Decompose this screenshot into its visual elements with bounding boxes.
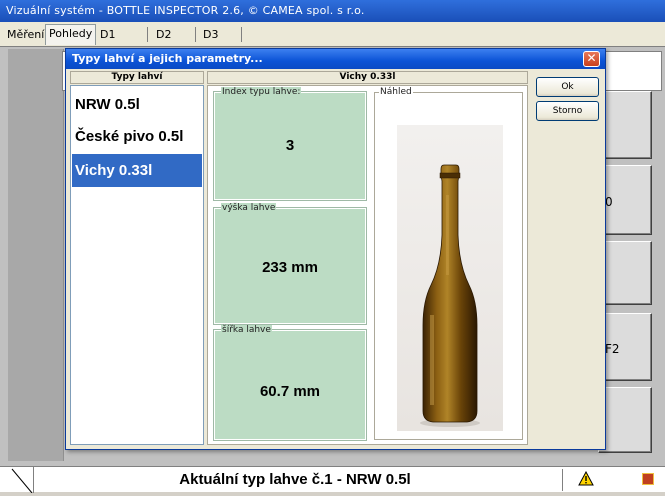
app-title: Vizuální systém - BOTTLE INSPECTOR 2.6, …	[6, 4, 365, 17]
close-icon[interactable]: ✕	[583, 51, 600, 67]
alarm-icon[interactable]	[642, 473, 654, 485]
side-button-2[interactable]: 0	[598, 165, 652, 235]
ok-button[interactable]: Ok	[536, 77, 599, 97]
preview-label: Náhled	[379, 87, 413, 97]
side-button-3[interactable]	[598, 241, 652, 305]
bottle-image	[397, 125, 503, 431]
tab-pohledy[interactable]: Pohledy	[45, 24, 97, 45]
params-header: Vichy 0.33l	[207, 71, 528, 84]
index-field: Index typu lahve: 3	[214, 87, 366, 200]
width-field: šířka lahve 60.7 mm	[214, 325, 366, 440]
tab-d2[interactable]: D2	[153, 26, 174, 44]
index-label: Index typu lahve:	[221, 87, 302, 97]
bottle-types-dialog: Typy lahví a jejich parametry... ✕ Typy …	[65, 48, 606, 450]
height-field: výška lahve 233 mm	[214, 203, 366, 324]
tab-separator	[195, 27, 196, 42]
height-label: výška lahve	[221, 203, 277, 213]
width-label: šířka lahve	[221, 325, 272, 335]
tab-d3[interactable]: D3	[200, 26, 221, 44]
tab-separator	[147, 27, 148, 42]
bottle-type-list[interactable]: NRW 0.5l České pivo 0.5l Vichy 0.33l	[70, 85, 204, 445]
dialog-title: Typy lahví a jejich parametry...	[72, 52, 263, 65]
status-bar: Aktuální typ lahve č.1 - NRW 0.5l	[0, 466, 665, 494]
tab-separator	[241, 27, 242, 42]
current-bottle-type: Aktuální typ lahve č.1 - NRW 0.5l	[179, 471, 411, 488]
params-panel: Index typu lahve: 3 výška lahve 233 mm š…	[207, 85, 528, 445]
index-value: 3	[285, 137, 295, 154]
tab-d1[interactable]: D1	[97, 26, 118, 44]
app-titlebar: Vizuální systém - BOTTLE INSPECTOR 2.6, …	[0, 0, 665, 22]
dialog-titlebar: Typy lahví a jejich parametry...	[66, 49, 605, 69]
list-item[interactable]: NRW 0.5l	[72, 88, 202, 121]
left-panel	[8, 49, 64, 461]
side-button-1[interactable]	[598, 91, 652, 159]
tab-bar: Měření Pohledy D1 D2 D3	[0, 22, 665, 46]
width-value: 60.7 mm	[259, 383, 321, 400]
tab-mereni[interactable]: Měření	[4, 26, 47, 44]
preview-box: Náhled	[374, 87, 523, 440]
warning-icon[interactable]	[578, 470, 594, 489]
height-value: 233 mm	[262, 259, 318, 276]
side-button-5[interactable]	[598, 387, 652, 453]
side-button-4[interactable]: F2	[598, 313, 652, 381]
cancel-button[interactable]: Storno	[536, 101, 599, 121]
list-item[interactable]: České pivo 0.5l	[72, 120, 202, 153]
bottle-list-header: Typy lahví	[70, 71, 204, 84]
list-item-selected[interactable]: Vichy 0.33l	[72, 154, 202, 187]
